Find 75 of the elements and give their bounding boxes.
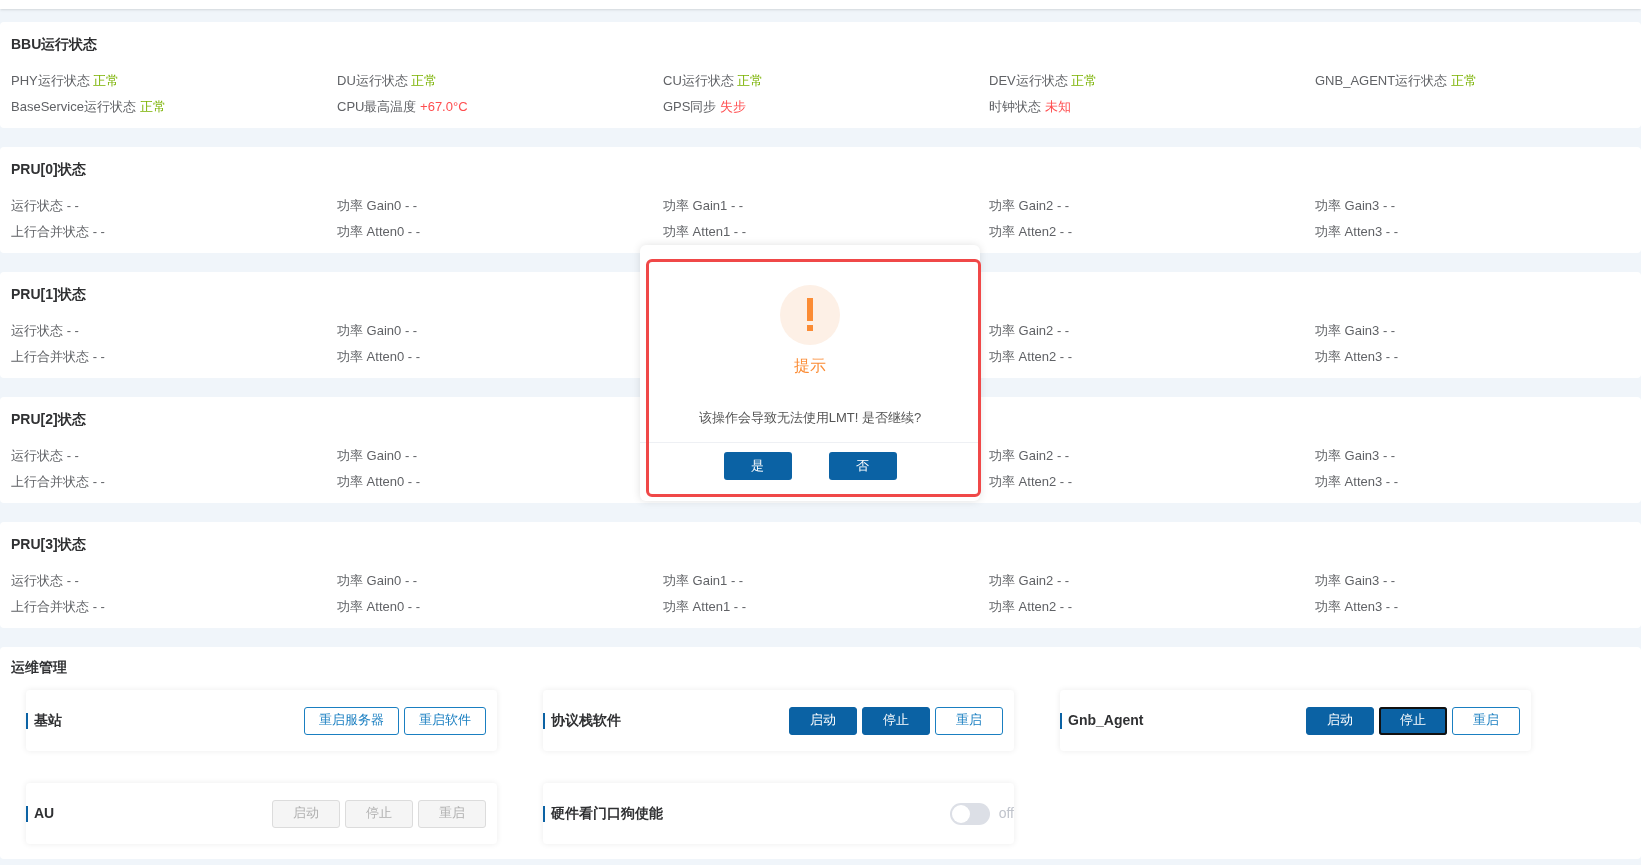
status-item: 功率 Atten2 - - (989, 599, 1073, 614)
switch-state-label: off (998, 804, 1014, 823)
panel-title: PRU[0]状态 (11, 160, 86, 179)
status-item: CU运行状态 正常 (663, 73, 764, 88)
action-button[interactable]: 重启软件 (404, 706, 486, 735)
status-item: 运行状态 - - (11, 323, 79, 338)
status-item: 功率 Atten0 - - (337, 349, 421, 364)
status-item: 运行状态 - - (11, 198, 79, 213)
status-item: 上行合并状态 - - (11, 474, 105, 489)
dialog-title: 提示 (794, 356, 826, 376)
action-button[interactable]: 停止 (1379, 706, 1447, 735)
status-item: GPS同步 失步 (663, 99, 747, 114)
panel-title: PRU[3]状态 (11, 535, 86, 554)
status-item: 上行合并状态 - - (11, 224, 105, 239)
status-item: 功率 Atten1 - - (663, 599, 747, 614)
accent-bar (543, 712, 545, 729)
status-item: 功率 Gain2 - - (989, 573, 1070, 588)
status-item: GNB_AGENT运行状态 正常 (1315, 73, 1477, 88)
action-button[interactable]: 停止 (862, 706, 930, 735)
action-button[interactable]: 启动 (1306, 706, 1374, 735)
action-button[interactable]: 启动 (789, 706, 857, 735)
status-item: 功率 Gain0 - - (337, 198, 418, 213)
status-item: 功率 Atten0 - - (337, 599, 421, 614)
accent-bar (1060, 712, 1062, 729)
status-item: DEV运行状态 正常 (989, 73, 1098, 88)
status-item: 上行合并状态 - - (11, 349, 105, 364)
status-item: 功率 Gain0 - - (337, 448, 418, 463)
status-item: 功率 Gain1 - - (663, 198, 744, 213)
status-item: 功率 Gain3 - - (1315, 323, 1396, 338)
accent-bar (26, 805, 28, 822)
panel-title: BBU运行状态 (11, 35, 98, 54)
status-item: 功率 Gain2 - - (989, 323, 1070, 338)
status-item: 功率 Atten3 - - (1315, 224, 1399, 239)
toggle-switch[interactable] (949, 802, 990, 825)
dialog-button[interactable]: 是 (723, 451, 792, 480)
status-item: PHY运行状态 正常 (11, 73, 120, 88)
status-item: 功率 Gain3 - - (1315, 198, 1396, 213)
status-item: 功率 Atten3 - - (1315, 474, 1399, 489)
status-item: 功率 Atten2 - - (989, 474, 1073, 489)
status-item: DU运行状态 正常 (337, 73, 438, 88)
accent-bar (26, 712, 28, 729)
status-item: 时钟状态 未知 (989, 99, 1071, 114)
card-title: AU (34, 804, 55, 823)
status-item: 功率 Gain3 - - (1315, 573, 1396, 588)
status-item: 功率 Gain1 - - (663, 573, 744, 588)
panel-title: 运维管理 (11, 659, 68, 677)
panel-title: PRU[1]状态 (11, 285, 86, 304)
status-item: BaseService运行状态 正常 (11, 99, 166, 114)
accent-bar (543, 805, 545, 822)
card-title: 基站 (34, 711, 62, 730)
status-item: 功率 Atten0 - - (337, 224, 421, 239)
dialog-button[interactable]: 否 (828, 451, 897, 480)
status-item: CPU最高温度 +67.0°C (337, 99, 468, 114)
action-button[interactable]: 重启 (1452, 706, 1520, 735)
status-item: 功率 Gain0 - - (337, 573, 418, 588)
status-item: 功率 Gain2 - - (989, 448, 1070, 463)
action-button[interactable]: 重启 (935, 706, 1003, 735)
action-button[interactable]: 重启服务器 (304, 706, 399, 735)
status-item: 功率 Gain3 - - (1315, 448, 1396, 463)
status-item: 功率 Gain0 - - (337, 323, 418, 338)
status-item: 功率 Gain2 - - (989, 198, 1070, 213)
dialog-message: 该操作会导致无法使用LMT! 是否继续? (698, 409, 922, 427)
status-item: 功率 Atten3 - - (1315, 599, 1399, 614)
status-item: 运行状态 - - (11, 448, 79, 463)
card-title: 硬件看门口狗使能 (551, 804, 663, 823)
status-item: 运行状态 - - (11, 573, 79, 588)
panel-title: PRU[2]状态 (11, 410, 86, 429)
status-item: 功率 Atten0 - - (337, 474, 421, 489)
card-title: 协议栈软件 (551, 711, 621, 730)
card-title: Gnb_Agent (1068, 711, 1144, 730)
status-item: 功率 Atten1 - - (663, 224, 747, 239)
status-item: 功率 Atten2 - - (989, 224, 1073, 239)
status-item: 上行合并状态 - - (11, 599, 105, 614)
status-item: 功率 Atten3 - - (1315, 349, 1399, 364)
status-item: 功率 Atten2 - - (989, 349, 1073, 364)
